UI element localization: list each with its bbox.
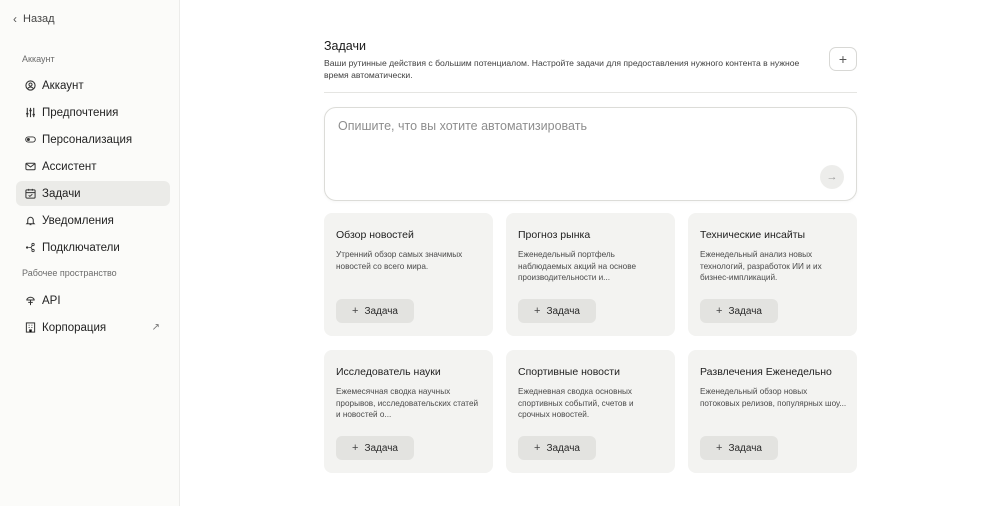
task-card-news-overview: Обзор новостей Утренний обзор самых знач… xyxy=(324,213,493,336)
sliders-icon xyxy=(25,107,36,118)
sidebar-item-connectors[interactable]: Подключатели xyxy=(16,235,170,260)
arrow-right-icon: → xyxy=(826,171,838,183)
card-title: Прогноз рынка xyxy=(518,229,591,241)
sidebar-item-label: Персонализация xyxy=(42,133,133,146)
sidebar-item-label: Ассистент xyxy=(42,160,97,173)
add-task-card-button[interactable]: + Задача xyxy=(518,436,596,460)
sidebar-item-notifications[interactable]: Уведомления xyxy=(16,208,170,233)
add-task-card-button[interactable]: + Задача xyxy=(518,299,596,323)
sidebar: ‹ Назад Аккаунт Аккаунт Предпочтения Пер… xyxy=(0,0,180,506)
sidebar-item-label: API xyxy=(42,294,61,307)
sidebar-item-label: Аккаунт xyxy=(42,79,84,92)
mail-icon xyxy=(25,161,36,172)
task-card-sports-news: Спортивные новости Ежедневная сводка осн… xyxy=(506,350,675,473)
automation-prompt-input[interactable] xyxy=(338,119,818,133)
sidebar-item-corporation[interactable]: Корпорация ↗ xyxy=(16,315,170,340)
sidebar-item-assistant[interactable]: Ассистент xyxy=(16,154,170,179)
sidebar-item-tasks[interactable]: Задачи xyxy=(16,181,170,206)
card-description: Еженедельный анализ новых технологий, ра… xyxy=(700,250,822,282)
sidebar-item-label: Уведомления xyxy=(42,214,114,227)
api-icon xyxy=(25,295,36,306)
card-title: Обзор новостей xyxy=(336,229,414,241)
divider xyxy=(324,92,857,93)
plus-icon: + xyxy=(352,442,359,454)
external-link-icon: ↗ xyxy=(151,322,160,333)
card-description: Утренний обзор самых значимых новостей с… xyxy=(336,250,463,271)
account-circle-icon xyxy=(25,80,36,91)
card-button-label: Задача xyxy=(546,442,580,454)
sidebar-item-preferences[interactable]: Предпочтения xyxy=(16,100,170,125)
chevron-left-icon: ‹ xyxy=(13,12,17,26)
bell-icon xyxy=(25,215,36,226)
add-task-card-button[interactable]: + Задача xyxy=(336,436,414,460)
plus-icon: + xyxy=(352,305,359,317)
page-description: Ваши рутинные действия с большим потенци… xyxy=(324,58,800,80)
card-button-label: Задача xyxy=(728,305,762,317)
plus-icon: + xyxy=(716,305,723,317)
add-task-card-button[interactable]: + Задача xyxy=(700,299,778,323)
back-button[interactable]: ‹ Назад xyxy=(13,12,55,26)
task-card-tech-insights: Технические инсайты Еженедельный анализ … xyxy=(688,213,857,336)
add-task-card-button[interactable]: + Задача xyxy=(336,299,414,323)
task-card-science-explorer: Исследователь науки Ежемесячная сводка н… xyxy=(324,350,493,473)
sidebar-item-label: Предпочтения xyxy=(42,106,119,119)
card-button-label: Задача xyxy=(546,305,580,317)
plus-icon: + xyxy=(716,442,723,454)
card-description: Еженедельный портфель наблюдаемых акций … xyxy=(518,250,637,282)
add-task-button[interactable]: + xyxy=(829,47,857,71)
sidebar-item-label: Задачи xyxy=(42,187,81,200)
sidebar-item-label: Корпорация xyxy=(42,321,107,334)
toggle-icon xyxy=(25,134,36,145)
card-title: Спортивные новости xyxy=(518,366,620,378)
card-description: Ежемесячная сводка научных прорывов, исс… xyxy=(336,387,479,419)
sidebar-item-personalization[interactable]: Персонализация xyxy=(16,127,170,152)
plus-icon: + xyxy=(534,305,541,317)
automation-prompt-box: → xyxy=(324,107,857,201)
add-task-card-button[interactable]: + Задача xyxy=(700,436,778,460)
sidebar-item-account[interactable]: Аккаунт xyxy=(16,73,170,98)
plus-icon: + xyxy=(534,442,541,454)
task-card-entertainment-weekly: Развлечения Еженедельно Еженедельный обз… xyxy=(688,350,857,473)
card-title: Исследователь науки xyxy=(336,366,441,378)
connectors-icon xyxy=(25,242,36,253)
section-label-account: Аккаунт xyxy=(22,54,55,64)
sidebar-item-label: Подключатели xyxy=(42,241,120,254)
section-label-workspace: Рабочее пространство xyxy=(22,268,117,278)
page-title: Задачи xyxy=(324,39,366,53)
card-button-label: Задача xyxy=(364,305,398,317)
card-description: Ежедневная сводка основных спортивных со… xyxy=(518,387,634,419)
sidebar-item-api[interactable]: API xyxy=(16,288,170,313)
card-button-label: Задача xyxy=(728,442,762,454)
main-content: Задачи Ваши рутинные действия с большим … xyxy=(180,0,1000,506)
building-icon xyxy=(25,322,36,333)
card-button-label: Задача xyxy=(364,442,398,454)
card-title: Развлечения Еженедельно xyxy=(700,366,832,378)
card-description: Еженедельный обзор новых потоковых релиз… xyxy=(700,387,847,408)
card-title: Технические инсайты xyxy=(700,229,806,241)
tasks-calendar-icon xyxy=(25,188,36,199)
send-button[interactable]: → xyxy=(820,165,844,189)
back-label: Назад xyxy=(23,13,55,25)
task-card-market-forecast: Прогноз рынка Еженедельный портфель набл… xyxy=(506,213,675,336)
